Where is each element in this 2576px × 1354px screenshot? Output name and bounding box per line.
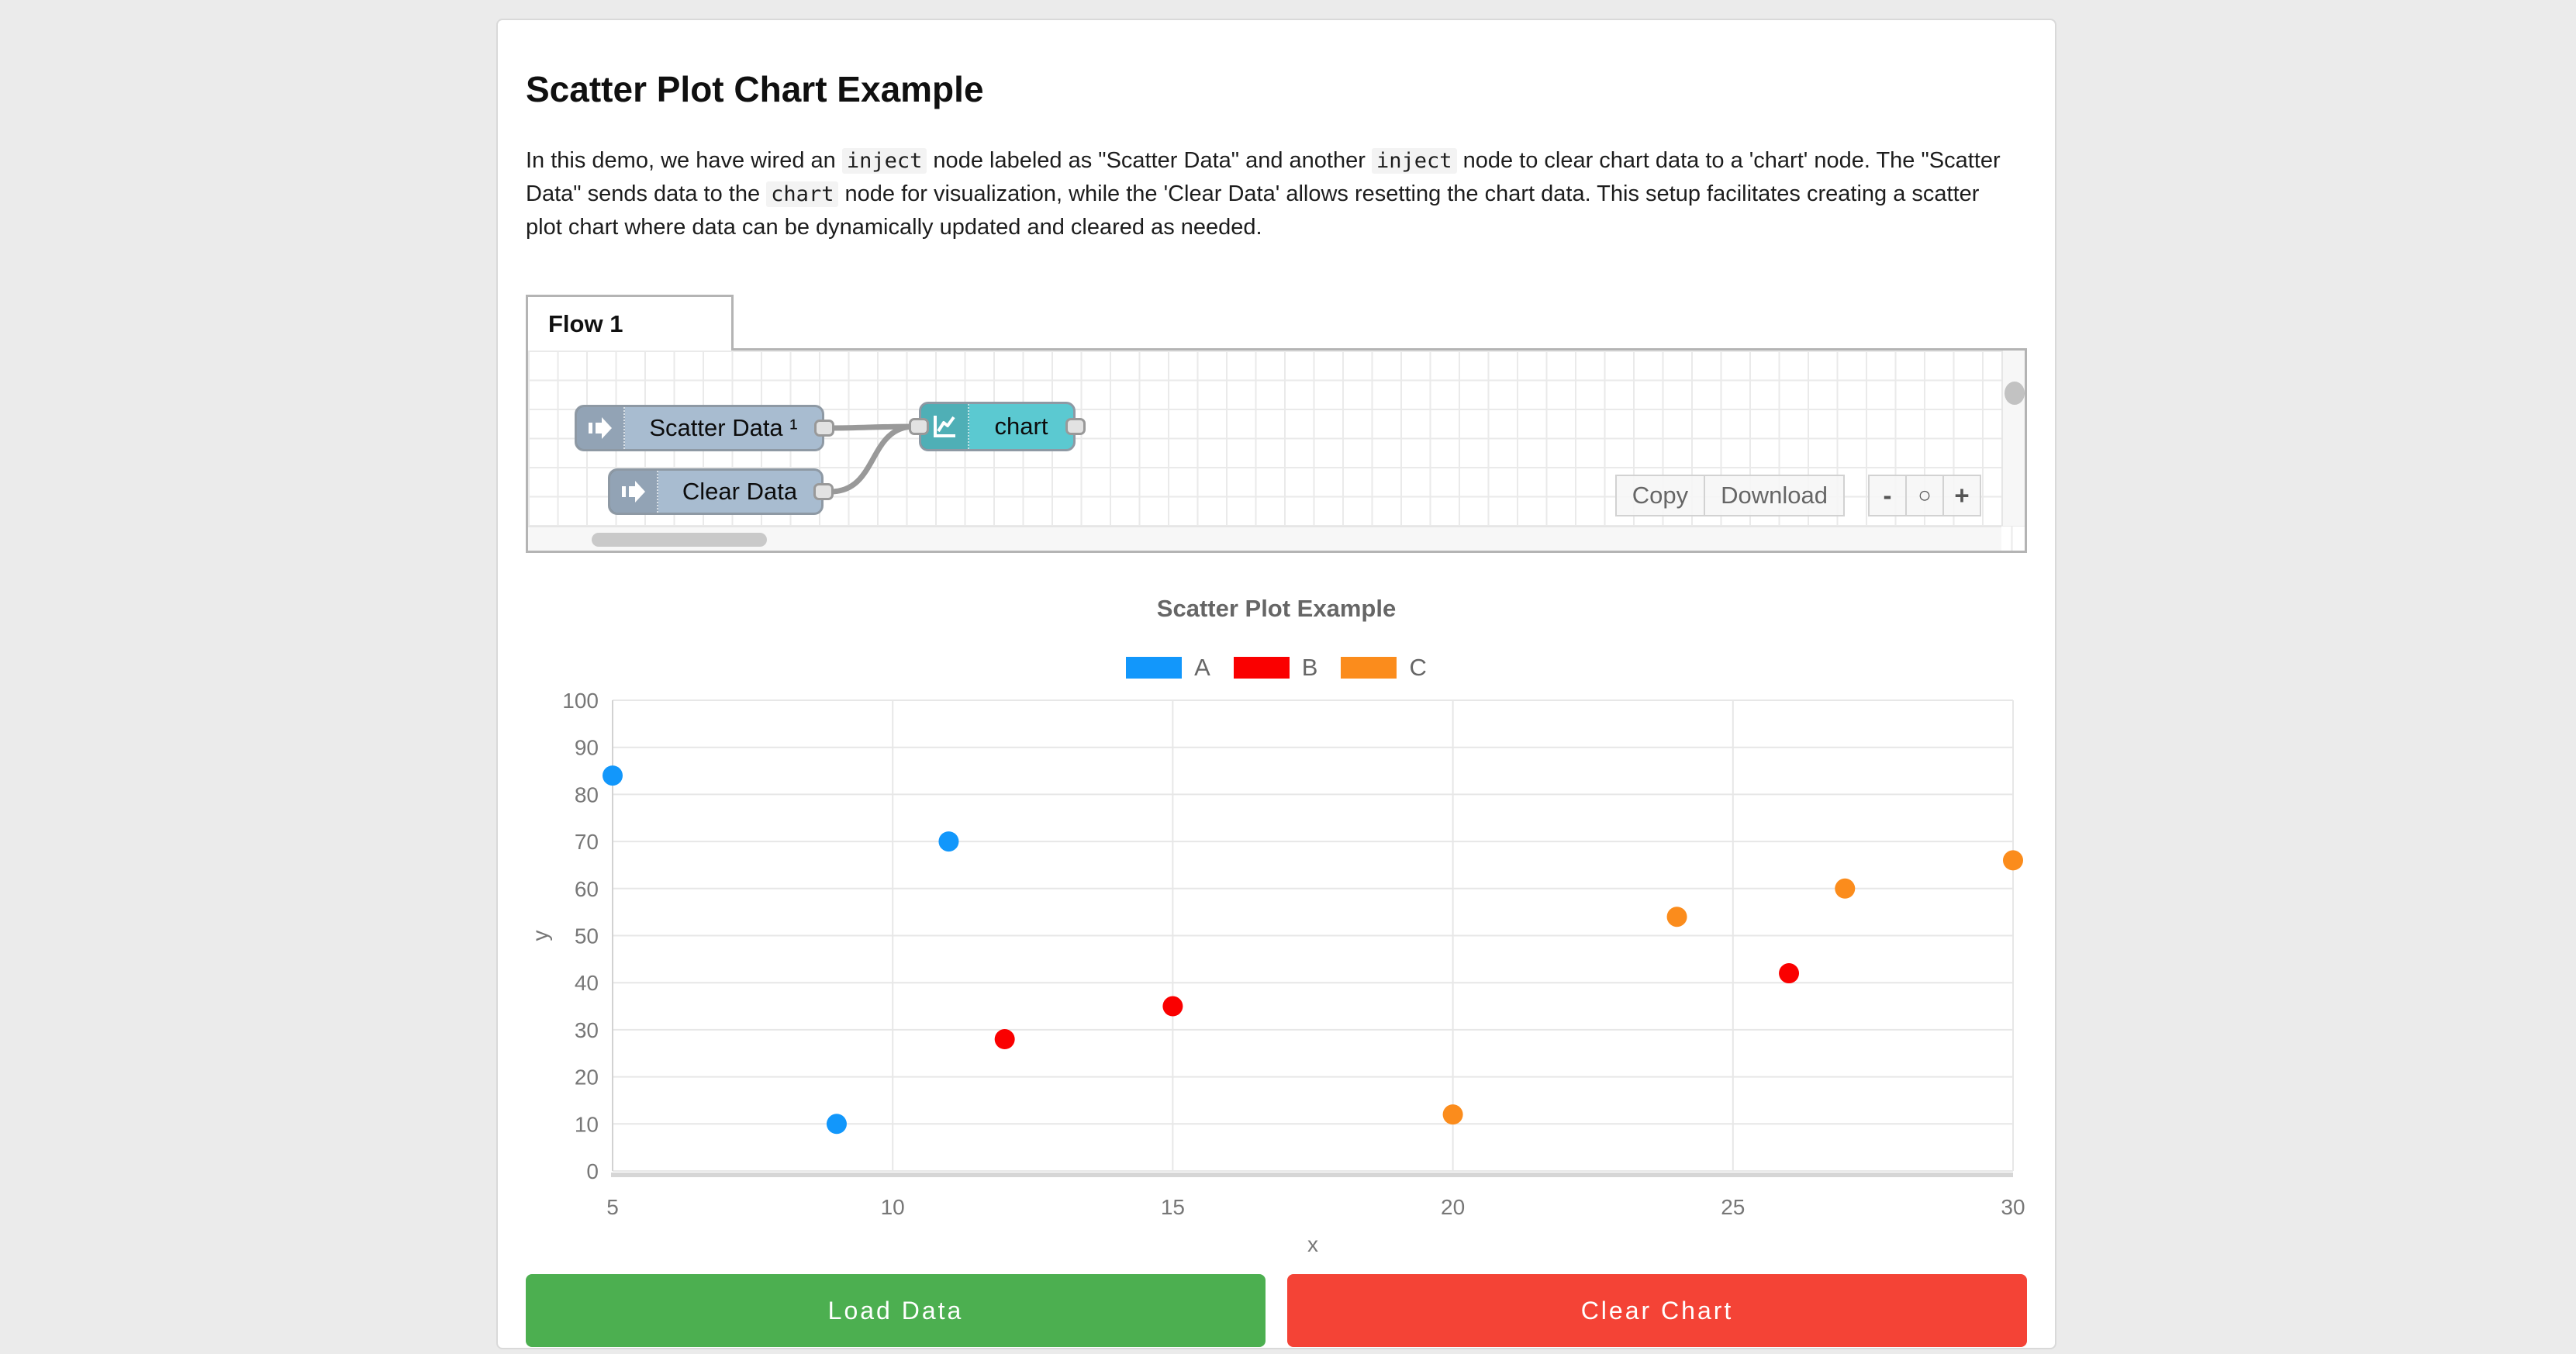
content-card: Scatter Plot Chart Example In this demo,… <box>496 19 2056 1349</box>
horizontal-scrollbar-thumb[interactable] <box>592 533 767 547</box>
y-tick-label: 20 <box>575 1066 599 1090</box>
download-button[interactable]: Download <box>1704 475 1845 516</box>
wire-clear-to-chart <box>830 427 914 492</box>
x-tick-label: 30 <box>2001 1195 2025 1219</box>
inline-code: inject <box>842 148 927 174</box>
inject-icon-region <box>577 407 625 449</box>
output-port[interactable] <box>1065 418 1086 435</box>
x-tick-label: 20 <box>1441 1195 1465 1219</box>
legend-swatch <box>1234 657 1290 679</box>
data-point-C <box>1443 1104 1463 1124</box>
copy-button[interactable]: Copy <box>1615 475 1705 516</box>
legend-item-C[interactable]: C <box>1341 654 1426 682</box>
legend-label: B <box>1302 654 1318 682</box>
load-data-button[interactable]: Load Data <box>526 1274 1266 1347</box>
scatter-chart: 0 10 20 30 40 50 60 70 80 90 100 5 10 15 20 25 30 y x <box>526 691 2027 1257</box>
data-point-C <box>1667 907 1687 927</box>
flow-canvas[interactable]: Scatter Data ¹ Clear Data <box>526 348 2027 553</box>
legend-label: A <box>1194 654 1210 682</box>
wire-scatter-to-chart <box>830 427 914 428</box>
y-tick-label: 0 <box>586 1159 599 1183</box>
page-title: Scatter Plot Chart Example <box>526 68 2027 110</box>
node-label: Scatter Data ¹ <box>625 414 822 442</box>
y-axis-title: y <box>528 931 552 941</box>
inline-code: inject <box>1372 148 1457 174</box>
description-text: node labeled as "Scatter Data" and anoth… <box>927 148 1372 173</box>
y-tick-label: 60 <box>575 877 599 901</box>
output-port[interactable] <box>813 483 834 500</box>
vertical-scrollbar[interactable] <box>2001 351 2025 526</box>
x-tick-label: 10 <box>881 1195 905 1219</box>
node-clear-data[interactable]: Clear Data <box>608 468 824 515</box>
canvas-toolbar: Copy Download <box>1615 475 1845 516</box>
legend-item-B[interactable]: B <box>1234 654 1318 682</box>
zoom-out-button[interactable]: - <box>1868 475 1907 516</box>
legend-item-A[interactable]: A <box>1126 654 1210 682</box>
data-point-A <box>938 831 958 851</box>
zoom-in-button[interactable]: + <box>1942 475 1981 516</box>
flow-viewer: Flow 1 Scatter Data ¹ <box>526 295 2027 553</box>
data-point-B <box>1779 963 1799 983</box>
chart-title: Scatter Plot Example <box>526 595 2027 623</box>
description-text: In this demo, we have wired an <box>526 148 842 173</box>
data-point-C <box>1835 879 1855 899</box>
data-point-B <box>995 1029 1015 1049</box>
flow-tab[interactable]: Flow 1 <box>526 295 734 351</box>
inject-icon-region <box>610 471 658 513</box>
legend-swatch <box>1126 657 1182 679</box>
node-label: chart <box>969 413 1073 440</box>
node-scatter-data[interactable]: Scatter Data ¹ <box>575 405 824 451</box>
output-port[interactable] <box>814 420 834 437</box>
data-point-A <box>603 765 623 786</box>
node-chart[interactable]: chart <box>919 402 1076 451</box>
zoom-controls: - ○ + <box>1868 475 1981 516</box>
horizontal-scrollbar[interactable] <box>528 526 2001 551</box>
x-tick-label: 15 <box>1161 1195 1185 1219</box>
description: In this demo, we have wired an inject no… <box>526 144 2011 244</box>
inject-arrow-icon <box>620 478 647 505</box>
inject-arrow-icon <box>586 415 614 441</box>
y-tick-label: 30 <box>575 1018 599 1042</box>
y-tick-label: 80 <box>575 782 599 807</box>
flow-tab-label: Flow 1 <box>548 310 623 338</box>
y-tick-label: 70 <box>575 830 599 854</box>
action-buttons-row: Load Data Clear Chart <box>526 1274 2027 1347</box>
data-point-A <box>827 1114 847 1134</box>
data-point-B <box>1162 997 1183 1017</box>
y-tick-label: 40 <box>575 971 599 995</box>
page-background: { "page": { "background": "#ebebeb", "ca… <box>0 0 2576 1354</box>
y-tick-label: 50 <box>575 924 599 948</box>
x-tick-label: 5 <box>606 1195 619 1219</box>
x-axis-title: x <box>1307 1232 1318 1256</box>
inline-code: chart <box>766 181 838 207</box>
y-tick-label: 90 <box>575 736 599 760</box>
chart-legend: A B C <box>526 654 2027 682</box>
node-label: Clear Data <box>658 478 821 506</box>
x-tick-label: 25 <box>1721 1195 1745 1219</box>
line-chart-icon <box>930 413 959 440</box>
zoom-reset-button[interactable]: ○ <box>1905 475 1944 516</box>
y-tick-label: 100 <box>562 691 599 713</box>
clear-chart-button[interactable]: Clear Chart <box>1287 1274 2027 1347</box>
legend-label: C <box>1409 654 1426 682</box>
y-tick-label: 10 <box>575 1112 599 1136</box>
vertical-scrollbar-thumb[interactable] <box>2005 382 2025 405</box>
input-port[interactable] <box>909 418 929 435</box>
legend-swatch <box>1341 657 1397 679</box>
data-point-C <box>2003 850 2023 870</box>
